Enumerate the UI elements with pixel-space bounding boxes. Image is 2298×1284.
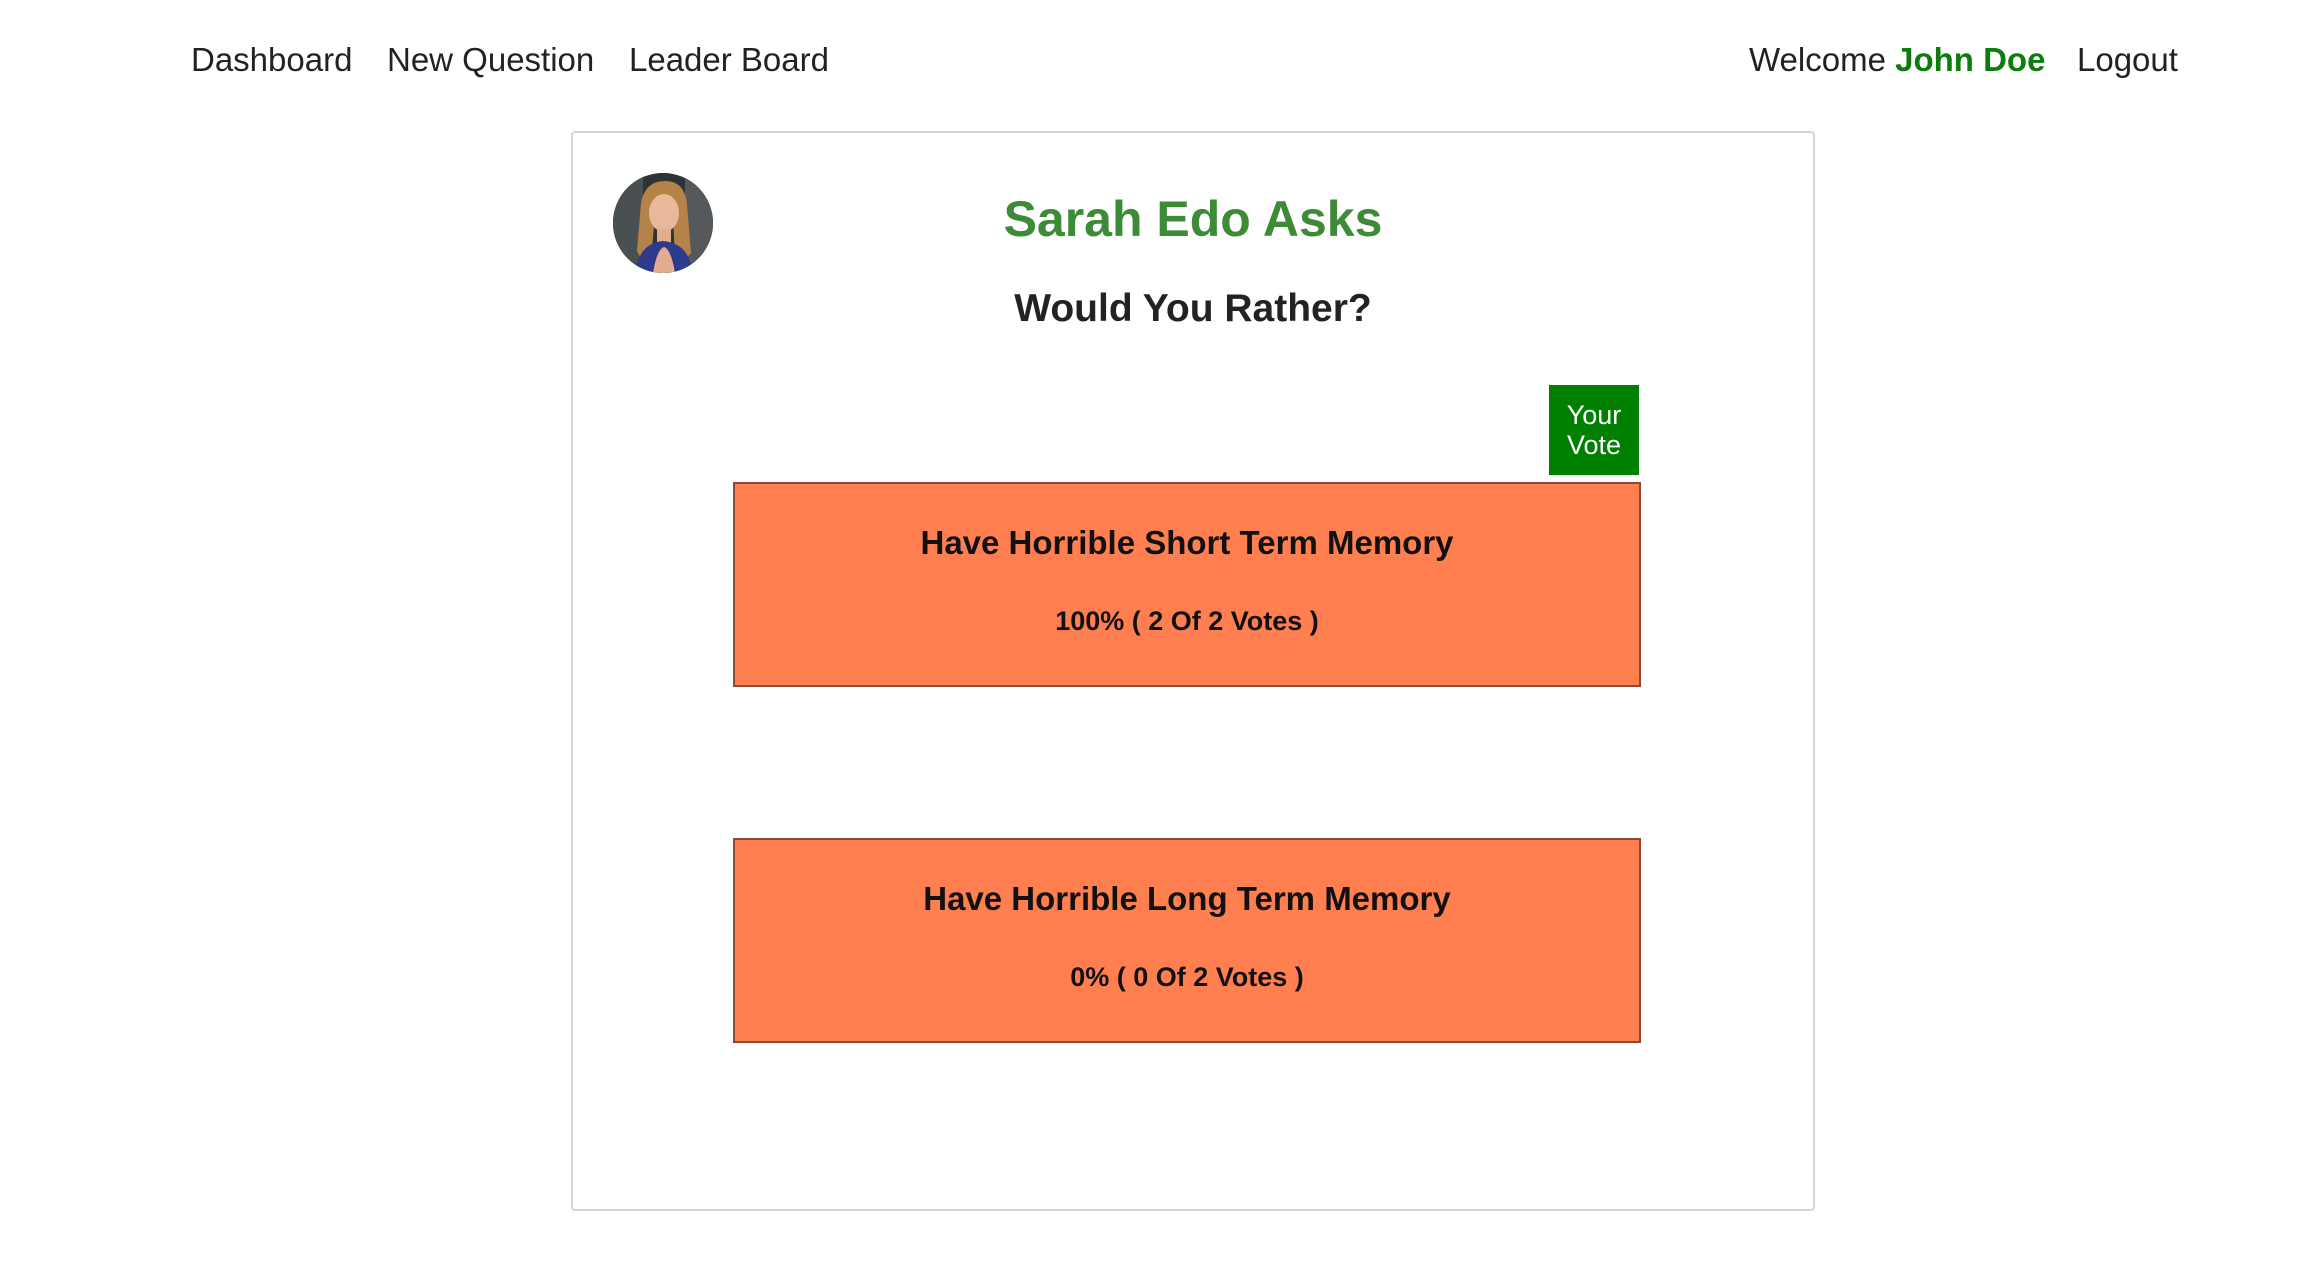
logout-link[interactable]: Logout [2077,38,2178,82]
option-one-text: Have Horrible Short Term Memory [920,524,1454,561]
your-vote-badge: Your Vote [1549,385,1639,475]
app-page: Dashboard New Question Leader Board Welc… [0,0,2298,1284]
author-title: Sarah Edo Asks [1003,191,1383,247]
welcome-label: Welcome [1749,41,1886,78]
welcome-message: Welcome John Doe [1749,38,2045,82]
nav-dashboard-link[interactable]: Dashboard [191,38,352,82]
question-card: Sarah Edo Asks Would You Rather? Your Vo… [571,131,1815,1211]
option-one-result: 100% ( 2 Of 2 Votes ) [1055,606,1319,636]
current-user-name: John Doe [1895,41,2046,78]
nav-leader-board-link[interactable]: Leader Board [629,38,829,82]
question-title: Would You Rather? [1014,287,1372,330]
top-navigation: Dashboard New Question Leader Board Welc… [0,0,2298,118]
poll-option-two: Have Horrible Long Term Memory 0% ( 0 Of… [733,838,1641,1043]
your-vote-badge-line2: Vote [1566,430,1622,460]
nav-new-question-link[interactable]: New Question [387,38,594,82]
your-vote-badge-line1: Your [1566,400,1622,430]
option-two-text: Have Horrible Long Term Memory [923,880,1451,917]
option-two-result: 0% ( 0 Of 2 Votes ) [1070,962,1304,992]
poll-option-one: Have Horrible Short Term Memory 100% ( 2… [733,482,1641,687]
